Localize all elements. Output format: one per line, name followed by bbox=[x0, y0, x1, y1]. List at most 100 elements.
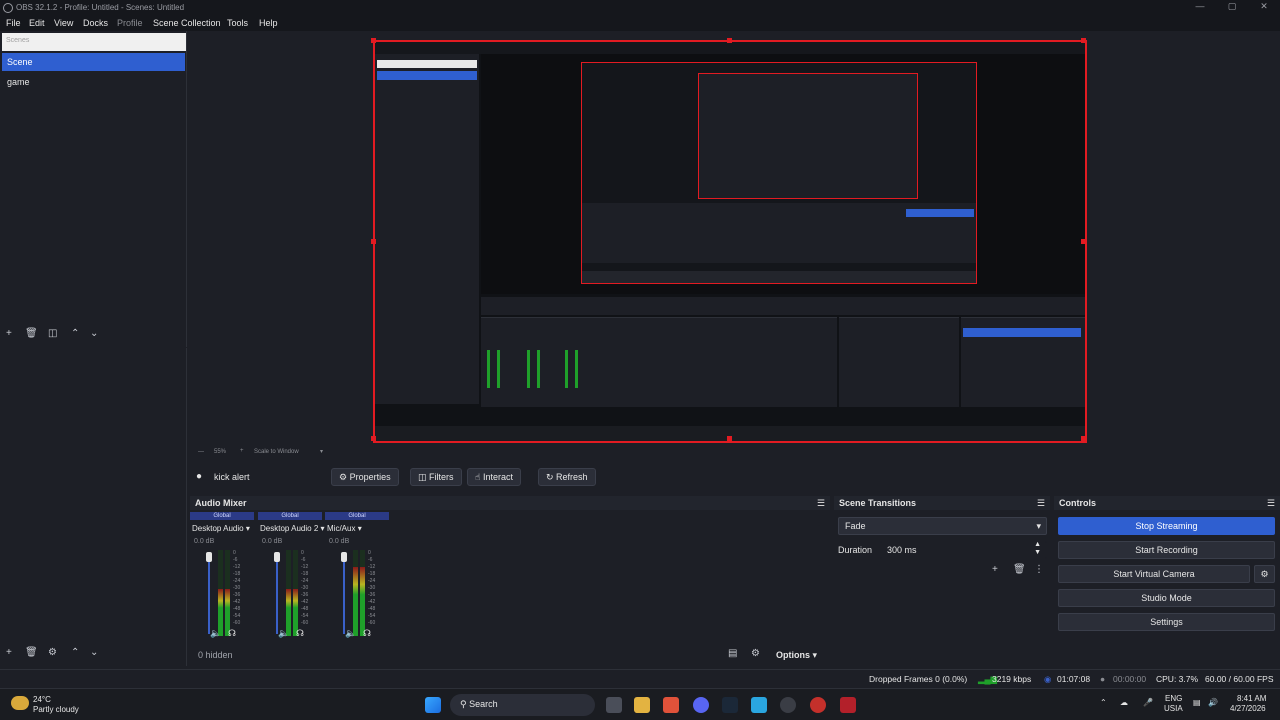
move-down-icon[interactable]: ⌄ bbox=[90, 328, 98, 339]
scale-mode[interactable]: Scale to Window bbox=[254, 449, 299, 455]
meter-tick-label: 0 bbox=[368, 550, 371, 556]
remove-transition-icon[interactable]: 🗑 bbox=[1013, 564, 1026, 575]
add-transition-icon[interactable]: + bbox=[992, 564, 998, 575]
obs-taskbar-icon[interactable] bbox=[780, 697, 796, 713]
add-source-icon[interactable]: + bbox=[6, 647, 12, 658]
refresh-icon: ↻ bbox=[546, 472, 557, 482]
settings-button[interactable]: Settings bbox=[1058, 613, 1275, 631]
options-label: Options bbox=[776, 650, 810, 660]
volume-slider-knob[interactable] bbox=[341, 552, 347, 562]
source-toolbar: ● kick alert ⚙ Properties ◫ Filters ☝ In… bbox=[188, 461, 1280, 493]
monitor-headphones-icon[interactable]: ☊ bbox=[228, 628, 236, 639]
volume-slider-track[interactable] bbox=[276, 556, 278, 634]
move-up-icon[interactable]: ⌃ bbox=[71, 328, 79, 339]
tray-overflow-icon[interactable]: ⌃ bbox=[1100, 698, 1107, 707]
more-options-icon[interactable]: ⋮ bbox=[1034, 564, 1044, 575]
microphone-icon[interactable]: 🎤 bbox=[1143, 698, 1153, 707]
maximize-icon[interactable]: ▢ bbox=[1222, 1, 1242, 14]
channel-volume-db: 0.0 dB bbox=[329, 538, 350, 545]
task-view-icon[interactable] bbox=[606, 697, 622, 713]
app-red-icon[interactable] bbox=[810, 697, 826, 713]
menu-help[interactable]: Help bbox=[259, 18, 278, 28]
channel-name[interactable]: Mic/Aux ▾ bbox=[327, 524, 362, 533]
menu-view[interactable]: View bbox=[54, 18, 73, 28]
clock-date[interactable]: 4/27/2026 bbox=[1230, 704, 1266, 713]
source-properties-icon[interactable]: ⚙ bbox=[48, 647, 57, 658]
stop-streaming-button[interactable]: Stop Streaming bbox=[1058, 517, 1275, 535]
windows-start-icon[interactable] bbox=[425, 697, 441, 713]
interact-button[interactable]: ☝ Interact bbox=[467, 468, 521, 486]
wifi-icon[interactable]: ▤ bbox=[1193, 698, 1201, 707]
start-virtual-camera-button[interactable]: Start Virtual Camera bbox=[1058, 565, 1250, 583]
volume-slider-knob[interactable] bbox=[274, 552, 280, 562]
volume-slider-track[interactable] bbox=[343, 556, 345, 634]
menu-profile[interactable]: Profile bbox=[117, 18, 143, 28]
dock-menu-icon[interactable]: ☰ bbox=[817, 498, 825, 509]
scene-item-scene[interactable]: Scene bbox=[2, 53, 185, 71]
filters-button[interactable]: ◫ Filters bbox=[410, 468, 462, 486]
preview-canvas[interactable] bbox=[371, 38, 1087, 443]
advanced-audio-icon[interactable]: ⚙ bbox=[751, 648, 760, 659]
close-icon[interactable]: ✕ bbox=[1254, 1, 1274, 14]
menu-docks[interactable]: Docks bbox=[83, 18, 108, 28]
nested-scenes-panel bbox=[375, 54, 479, 404]
mute-speaker-icon[interactable]: 🔈 bbox=[345, 628, 356, 639]
volume-slider-track[interactable] bbox=[208, 556, 210, 634]
scenes-dock: Scenes Scene game + 🗑 ◫ ⌃ ⌄ bbox=[0, 31, 187, 347]
scene-item-game[interactable]: game bbox=[2, 73, 185, 91]
mixer-options-button[interactable]: Options ▾ bbox=[776, 650, 817, 661]
source-name: kick alert bbox=[214, 472, 250, 482]
file-explorer-icon[interactable] bbox=[634, 697, 650, 713]
mute-speaker-icon[interactable]: 🔈 bbox=[278, 628, 289, 639]
menu-file[interactable]: File bbox=[6, 18, 21, 28]
app-icon[interactable] bbox=[751, 697, 767, 713]
monitor-headphones-icon[interactable]: ☊ bbox=[363, 628, 371, 639]
virtual-camera-settings-button[interactable]: ⚙ bbox=[1254, 565, 1275, 583]
menu-tools[interactable]: Tools bbox=[227, 18, 248, 28]
discord-icon[interactable] bbox=[693, 697, 709, 713]
remove-source-icon[interactable]: 🗑 bbox=[25, 647, 38, 658]
clock-time[interactable]: 8:41 AM bbox=[1237, 694, 1266, 703]
menu-edit[interactable]: Edit bbox=[29, 18, 45, 28]
start-recording-button[interactable]: Start Recording bbox=[1058, 541, 1275, 559]
source-up-icon[interactable]: ⌃ bbox=[71, 647, 79, 658]
studio-mode-button[interactable]: Studio Mode bbox=[1058, 589, 1275, 607]
channel-name[interactable]: Desktop Audio ▾ bbox=[192, 524, 250, 533]
weather-temp[interactable]: 24°C bbox=[33, 695, 51, 704]
monitor-headphones-icon[interactable]: ☊ bbox=[296, 628, 304, 639]
properties-button[interactable]: ⚙ Properties bbox=[331, 468, 399, 486]
volume-slider-knob[interactable] bbox=[206, 552, 212, 562]
stepper-arrows-icon[interactable]: ▲ ▼ bbox=[1034, 541, 1041, 557]
meter-tick-label: -24 bbox=[301, 578, 309, 584]
volume-icon[interactable]: 🔊 bbox=[1208, 698, 1218, 707]
menu-scene-collection[interactable]: Scene Collection bbox=[153, 18, 221, 28]
weather-desc[interactable]: Partly cloudy bbox=[33, 705, 79, 714]
steam-icon[interactable] bbox=[722, 697, 738, 713]
duration-value: 300 ms bbox=[887, 545, 917, 555]
add-scene-icon[interactable]: + bbox=[6, 328, 12, 339]
transition-select[interactable]: Fade ▾ bbox=[838, 517, 1047, 535]
region[interactable]: USIA bbox=[1164, 704, 1183, 713]
adobe-icon[interactable] bbox=[840, 697, 856, 713]
minimize-icon[interactable]: — bbox=[1190, 1, 1210, 14]
source-down-icon[interactable]: ⌄ bbox=[90, 647, 98, 658]
network-app-icon[interactable]: ☁ bbox=[1120, 698, 1128, 707]
brave-browser-icon[interactable] bbox=[663, 697, 679, 713]
refresh-button[interactable]: ↻ Refresh bbox=[538, 468, 596, 486]
zoom-in-icon[interactable]: + bbox=[240, 448, 244, 454]
taskbar-search[interactable]: ⚲ Search bbox=[450, 694, 595, 716]
mute-speaker-icon[interactable]: 🔈 bbox=[210, 628, 221, 639]
duration-stepper[interactable]: 300 ms ▲ ▼ bbox=[880, 541, 1047, 559]
filters-label: Filters bbox=[429, 472, 454, 482]
chevron-down-icon[interactable]: ▾ bbox=[320, 448, 323, 455]
language[interactable]: ENG bbox=[1165, 694, 1182, 703]
meter-tick-label: -6 bbox=[233, 557, 238, 563]
scenes-search-input[interactable]: Scenes bbox=[2, 33, 186, 51]
dock-menu-icon[interactable]: ☰ bbox=[1037, 498, 1045, 509]
remove-scene-icon[interactable]: 🗑 bbox=[25, 328, 38, 339]
scene-filters-icon[interactable]: ◫ bbox=[48, 328, 57, 339]
channel-name[interactable]: Desktop Audio 2 ▾ bbox=[260, 524, 325, 533]
dock-menu-icon[interactable]: ☰ bbox=[1267, 498, 1275, 509]
layout-icon[interactable]: ▤ bbox=[728, 648, 737, 659]
zoom-out-icon[interactable]: — bbox=[198, 449, 204, 455]
